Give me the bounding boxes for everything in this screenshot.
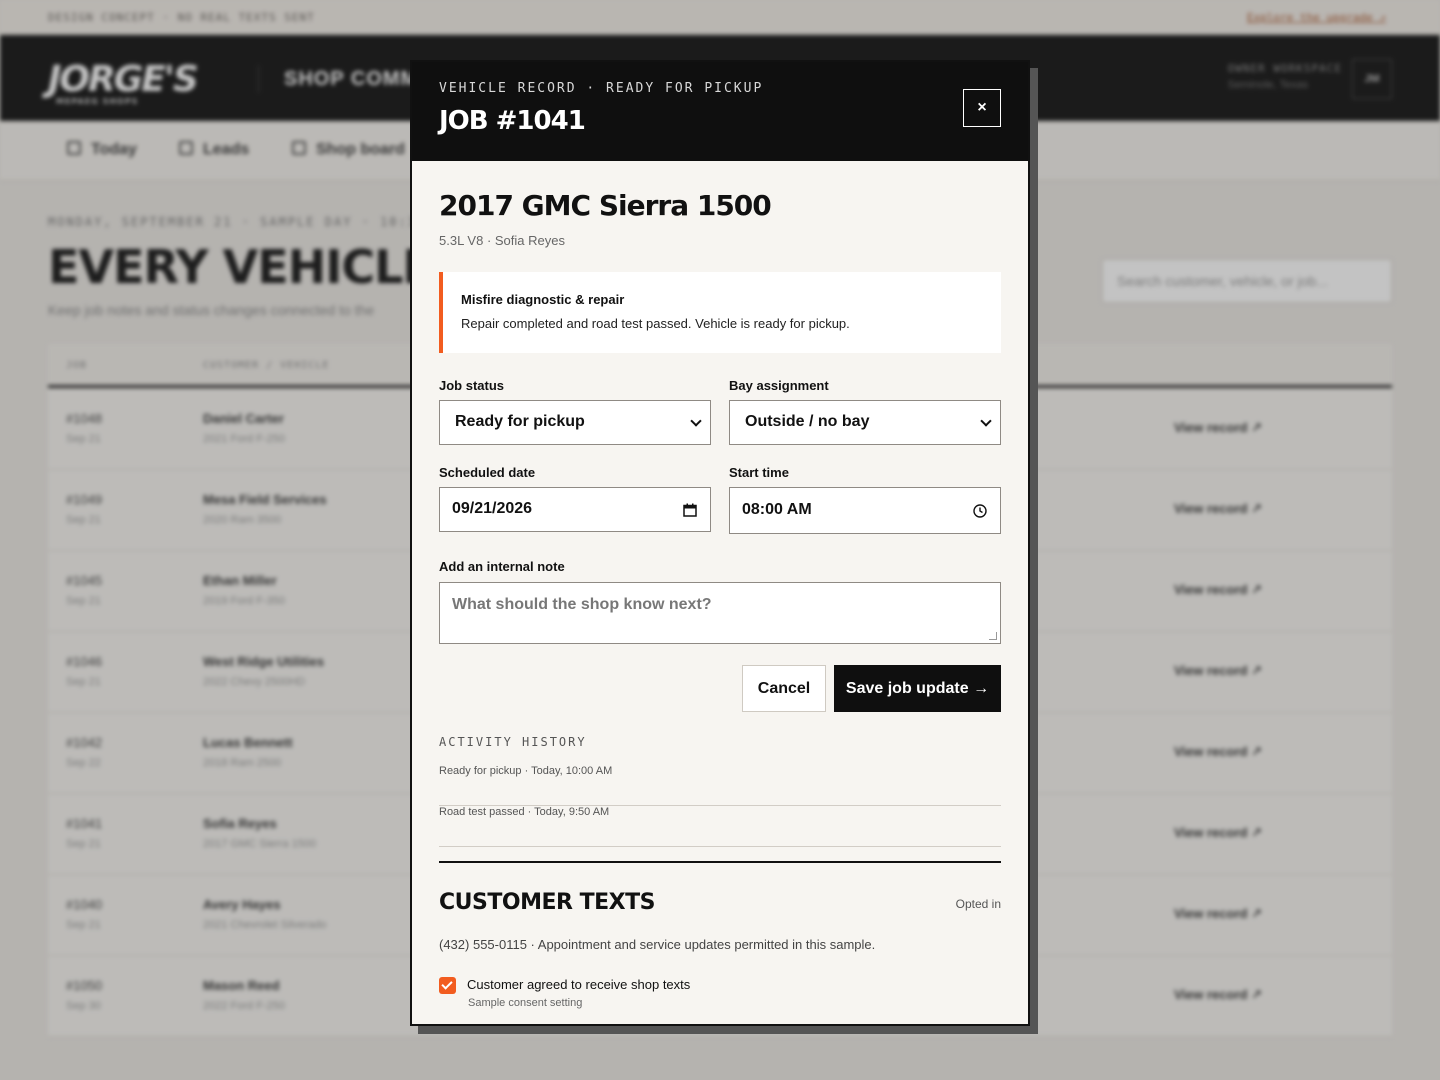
bay-assignment-label: Bay assignment (729, 378, 829, 393)
text-consent-label[interactable]: Customer agreed to receive shop texts (467, 977, 690, 992)
scheduled-date-label: Scheduled date (439, 465, 536, 480)
close-button[interactable]: × (963, 89, 1001, 127)
cancel-button[interactable]: Cancel (742, 665, 826, 712)
activity-item: Ready for pickup · Today, 10:00 AM (439, 765, 1001, 806)
calendar-icon[interactable] (683, 503, 697, 517)
customer-texts-title: CUSTOMER TEXTS (439, 890, 655, 915)
resize-handle-icon[interactable] (989, 632, 997, 640)
clock-icon[interactable] (973, 504, 987, 518)
modal-header: VEHICLE RECORD · READY FOR PICKUP JOB #1… (412, 62, 1028, 161)
start-time-input[interactable]: 08:00 AM (729, 487, 1001, 534)
job-status-value: Ready for pickup (455, 413, 585, 430)
activity-text: Road test passed · Today, 9:50 AM (439, 806, 610, 818)
opt-in-status: Opted in (955, 897, 1001, 911)
internal-note-textarea[interactable]: What should the shop know next? (439, 582, 1001, 644)
save-job-update-button[interactable]: Save job update → (834, 665, 1001, 712)
callout-text: Repair completed and road test passed. V… (461, 316, 850, 331)
job-status-label: Job status (439, 378, 505, 393)
start-time-value: 08:00 AM (742, 501, 812, 518)
text-consent-subtext: Sample consent setting (468, 997, 583, 1009)
chevron-down-icon (690, 415, 702, 427)
start-time-label: Start time (729, 465, 789, 480)
vehicle-subtitle: 5.3L V8 · Sofia Reyes (439, 233, 565, 248)
job-status-select[interactable]: Ready for pickup (439, 400, 711, 445)
bay-assignment-select[interactable]: Outside / no bay (729, 400, 1001, 445)
activity-item: Road test passed · Today, 9:50 AM (439, 806, 1001, 847)
scheduled-date-input[interactable]: 09/21/2026 (439, 487, 711, 532)
section-divider (439, 861, 1001, 863)
customer-texts-description: (432) 555-0115 · Appointment and service… (439, 937, 876, 952)
chevron-down-icon (980, 415, 992, 427)
internal-note-label: Add an internal note (439, 559, 565, 574)
activity-history-heading: ACTIVITY HISTORY (439, 735, 587, 749)
modal-title: JOB #1041 (439, 106, 586, 136)
text-consent-checkbox[interactable] (439, 977, 456, 994)
vehicle-record-modal: VEHICLE RECORD · READY FOR PICKUP JOB #1… (410, 60, 1030, 1026)
activity-text: Ready for pickup · Today, 10:00 AM (439, 765, 613, 777)
bay-assignment-value: Outside / no bay (745, 413, 870, 430)
modal-eyebrow: VEHICLE RECORD · READY FOR PICKUP (439, 81, 764, 96)
job-summary-callout: Misfire diagnostic & repair Repair compl… (439, 272, 1001, 353)
vehicle-name: 2017 GMC Sierra 1500 (439, 189, 772, 222)
callout-title: Misfire diagnostic & repair (461, 292, 625, 307)
internal-note-placeholder: What should the shop know next? (452, 596, 712, 613)
scheduled-date-value: 09/21/2026 (452, 500, 533, 517)
